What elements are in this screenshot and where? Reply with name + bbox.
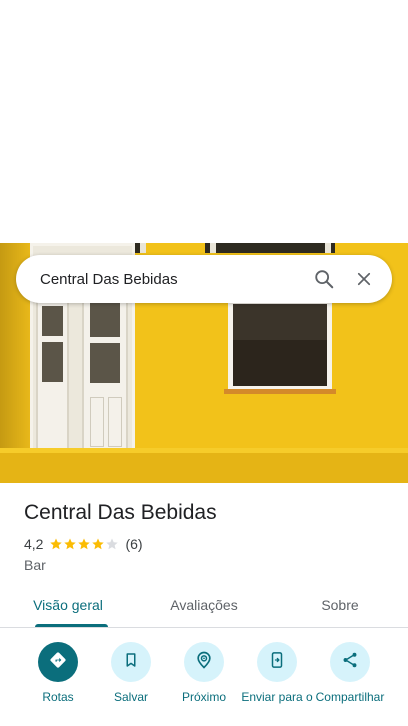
search-query-text[interactable]: Central Das Bebidas xyxy=(40,271,304,288)
tab-active-indicator xyxy=(35,624,108,627)
star-icon xyxy=(106,538,119,550)
nearby-icon xyxy=(194,650,214,675)
share-label: Compartilhar xyxy=(315,690,385,704)
bookmark-icon xyxy=(122,651,140,674)
place-details-screen: Central Das Bebidas Central Das Bebidas … xyxy=(0,0,408,726)
star-icon xyxy=(92,538,105,550)
save-button[interactable]: Salvar xyxy=(91,642,171,704)
share-button[interactable]: Compartilhar xyxy=(310,642,390,704)
star-icon xyxy=(50,538,63,550)
star-rating xyxy=(49,537,119,551)
map-area-blank xyxy=(0,0,408,243)
tab-bar: Visão geral Avaliações Sobre xyxy=(0,586,408,628)
nearby-button[interactable]: Próximo xyxy=(164,642,244,704)
rating-row[interactable]: 4,2 (6) xyxy=(24,536,143,552)
search-icon[interactable] xyxy=(304,259,344,299)
share-icon xyxy=(341,651,359,674)
send-to-phone-icon xyxy=(268,651,286,674)
tab-reviews[interactable]: Avaliações xyxy=(136,586,272,627)
tab-overview[interactable]: Visão geral xyxy=(0,586,136,627)
send-to-phone-label: Enviar para o xyxy=(241,690,313,704)
save-label: Salvar xyxy=(113,690,148,704)
nearby-label: Próximo xyxy=(181,690,226,704)
send-to-phone-button[interactable]: Enviar para o xyxy=(237,642,317,704)
directions-label: Rotas xyxy=(42,690,74,704)
close-icon[interactable] xyxy=(344,259,384,299)
star-icon xyxy=(64,538,77,550)
rating-value: 4,2 xyxy=(24,536,44,552)
tab-about[interactable]: Sobre xyxy=(272,586,408,627)
search-bar[interactable]: Central Das Bebidas xyxy=(16,255,392,303)
place-title: Central Das Bebidas xyxy=(24,501,217,524)
star-icon xyxy=(78,538,91,550)
action-buttons-row: Rotas Salvar Próximo Enviar para o Compa… xyxy=(0,642,408,726)
photo-window xyxy=(228,299,332,391)
review-count[interactable]: (6) xyxy=(125,536,142,552)
directions-button[interactable]: Rotas xyxy=(18,642,98,704)
directions-icon xyxy=(48,650,68,675)
place-category[interactable]: Bar xyxy=(24,557,46,573)
